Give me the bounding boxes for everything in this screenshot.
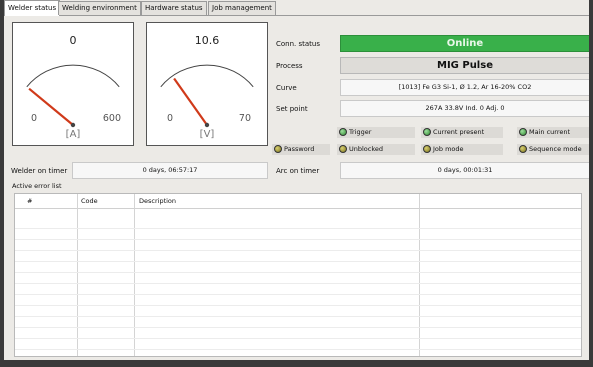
- indicator-unblocked: Unblocked: [337, 144, 415, 155]
- table-row: [15, 317, 581, 328]
- table-row: [15, 339, 581, 350]
- set-point-label: Set point: [276, 105, 308, 113]
- indicator-current-present: Current present: [421, 127, 503, 138]
- led-icon: [423, 127, 431, 136]
- welder-status-window: Welder status Welding environment Hardwa…: [4, 0, 589, 360]
- indicator-label: Sequence mode: [529, 145, 582, 153]
- arc-on-timer-value: 0 days, 00:01:31: [340, 162, 589, 179]
- led-icon: [339, 144, 347, 153]
- table-row: [15, 218, 581, 229]
- table-row: [15, 328, 581, 339]
- current-value: 0: [69, 34, 77, 47]
- set-point-value: 267A 33.8V Ind. 0 Adj. 0: [340, 100, 589, 117]
- table-row: [15, 306, 581, 317]
- indicator-job-mode: Job mode: [421, 144, 503, 155]
- voltage-max: 70: [238, 113, 251, 124]
- indicator-sequence-mode: Sequence mode: [517, 144, 589, 155]
- indicator-password: Password: [272, 144, 330, 155]
- indicator-label: Job mode: [433, 145, 464, 153]
- gauge-arc: [160, 64, 254, 88]
- table-row: [15, 262, 581, 273]
- welder-on-timer-value: 0 days, 06:57:17: [72, 162, 268, 179]
- table-row: [15, 240, 581, 251]
- current-gauge: 0 0 600 [A]: [12, 22, 134, 146]
- table-row: [15, 229, 581, 240]
- curve-label: Curve: [276, 84, 297, 92]
- tab-job-management[interactable]: Job management: [208, 1, 276, 15]
- process-label: Process: [276, 62, 303, 70]
- tab-welder-status[interactable]: Welder status: [4, 0, 61, 16]
- column-header-number[interactable]: #: [27, 197, 32, 205]
- indicator-label: Trigger: [349, 128, 372, 136]
- current-min: 0: [31, 113, 38, 124]
- conn-status-label: Conn. status: [276, 40, 321, 48]
- indicator-main-current: Main current: [517, 127, 589, 138]
- gauge-hub: [204, 122, 210, 128]
- indicator-label: Password: [284, 145, 315, 153]
- voltage-value: 10.6: [194, 34, 220, 47]
- column-header-code[interactable]: Code: [81, 197, 98, 205]
- gauge-arc: [26, 64, 120, 88]
- led-icon: [274, 144, 282, 153]
- gauge-hub: [70, 122, 76, 128]
- indicator-label: Current present: [433, 128, 485, 136]
- tab-hardware-status[interactable]: Hardware status: [141, 1, 207, 15]
- process-value: MIG Pulse: [340, 57, 589, 74]
- table-row: [15, 284, 581, 295]
- led-icon: [519, 144, 527, 153]
- voltage-min: 0: [167, 113, 174, 124]
- curve-value: [1013] Fe G3 Si-1, Ø 1.2, Ar 16-20% CO2: [340, 79, 589, 96]
- column-header-description[interactable]: Description: [139, 197, 176, 205]
- indicator-label: Main current: [529, 128, 571, 136]
- table-row: [15, 273, 581, 284]
- conn-status-value: Online: [340, 35, 589, 52]
- current-unit: [A]: [65, 129, 81, 140]
- welder-on-timer-label: Welder on timer: [11, 167, 68, 175]
- error-list-header: # Code Description: [15, 194, 581, 209]
- gauge-needle: [173, 77, 208, 126]
- led-icon: [519, 127, 527, 136]
- voltage-unit: [V]: [199, 129, 215, 140]
- indicator-trigger: Trigger: [337, 127, 415, 138]
- current-max: 600: [102, 113, 121, 124]
- indicator-label: Unblocked: [349, 145, 384, 153]
- arc-on-timer-label: Arc on timer: [276, 167, 320, 175]
- led-icon: [423, 144, 431, 153]
- table-row: [15, 251, 581, 262]
- table-row: [15, 295, 581, 306]
- voltage-gauge: 10.6 0 70 [V]: [146, 22, 268, 146]
- tab-welding-environment[interactable]: Welding environment: [58, 1, 141, 15]
- active-error-list-title: Active error list: [12, 182, 62, 190]
- active-error-list[interactable]: # Code Description: [14, 193, 582, 357]
- led-icon: [339, 127, 347, 136]
- tab-bar: Welder status Welding environment Hardwa…: [4, 0, 589, 16]
